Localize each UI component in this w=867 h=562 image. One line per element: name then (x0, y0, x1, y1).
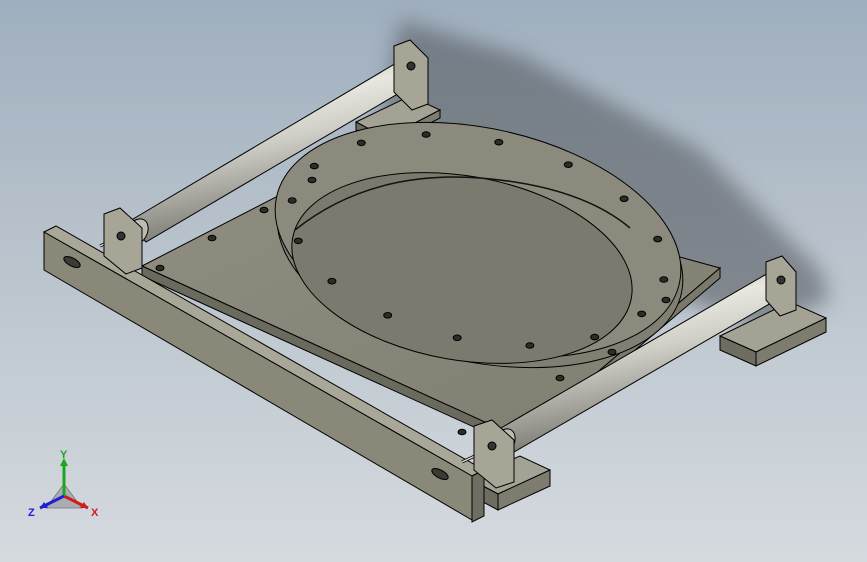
plate-bolt-hole (607, 348, 617, 356)
bolt-hole (309, 162, 319, 170)
bolt-hole (383, 312, 393, 319)
bolt-hole (659, 276, 669, 283)
plate-bolt-hole (307, 176, 317, 184)
bolt-hole (494, 138, 504, 146)
plate-bolt-hole (457, 428, 467, 436)
bolt-hole (563, 161, 573, 168)
axis-triad[interactable]: X Y Z (24, 444, 104, 524)
bolt-hole (637, 310, 647, 318)
bolt-hole (356, 139, 366, 147)
plate-bolt-hole (259, 206, 269, 214)
bolt-hole (525, 342, 535, 349)
plate-bolt-hole (661, 296, 671, 304)
bolt-hole (327, 277, 337, 285)
cad-model-view[interactable] (0, 0, 867, 562)
bolt-hole (619, 195, 629, 203)
bolt-hole (287, 197, 297, 204)
z-axis-label: Z (28, 507, 35, 519)
bolt-hole (590, 333, 600, 341)
plate-bolt-hole (155, 264, 165, 272)
bolt-hole (421, 131, 431, 138)
plate-bolt-hole (555, 374, 565, 382)
graphics-viewport[interactable]: X Y Z (0, 0, 867, 562)
bolt-hole (452, 334, 462, 342)
bolt-hole (293, 237, 303, 245)
plate-bolt-hole (207, 234, 217, 242)
x-axis-label: X (91, 507, 99, 519)
y-axis-label: Y (60, 449, 68, 461)
bolt-hole (653, 235, 663, 243)
